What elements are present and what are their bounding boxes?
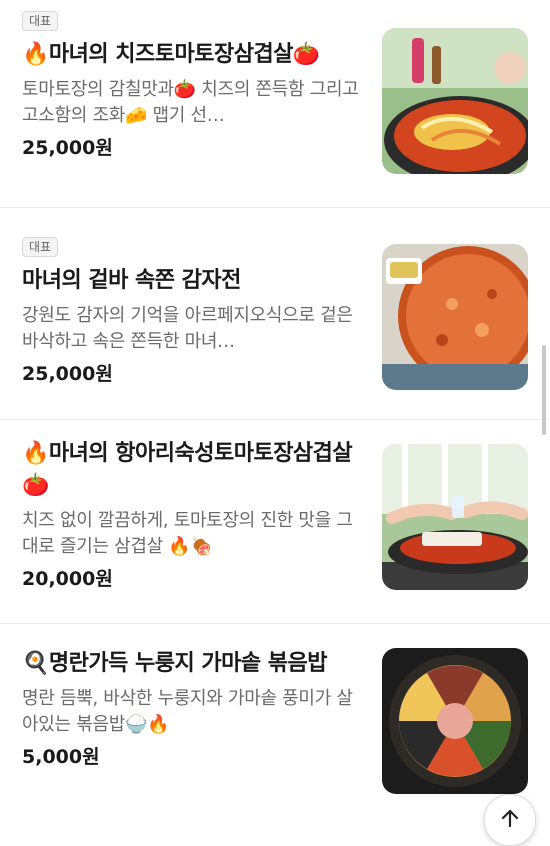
menu-item-description: 강원도 감자의 기억을 아르페지오식으로 겉은 바삭하고 속은 쫀득한 마녀… (22, 305, 353, 352)
signature-badge: 대표 (22, 11, 59, 31)
fried-rice-pot-photo[interactable] (382, 648, 528, 794)
menu-item-jar-aged-pork[interactable]: 🔥마녀의 항아리숙성토마토장삼겹살🍅 치즈 없이 깔끔하게, 토마토장의 진한 … (0, 420, 550, 624)
scrollbar[interactable] (542, 345, 546, 435)
menu-item-name: 마녀의 겉바 속쫀 감자전 (22, 268, 241, 293)
potato-pancake-photo[interactable] (382, 244, 528, 390)
menu-item-name: 🍳명란가득 누룽지 가마솥 볶음밥 (22, 651, 328, 676)
menu-item-fried-rice[interactable]: 🍳명란가득 누룽지 가마솥 볶음밥 명란 듬뿍, 바삭한 누룽지와 가마솥 풍미… (0, 624, 550, 824)
menu-item-potato-pancake[interactable]: 대표 마녀의 겉바 속쫀 감자전 강원도 감자의 기억을 아르페지오식으로 겉은… (0, 208, 550, 420)
menu-item-text: 🔥마녀의 항아리숙성토마토장삼겹살🍅 치즈 없이 깔끔하게, 토마토장의 진한 … (22, 438, 362, 591)
jar-aged-pork-photo[interactable] (382, 444, 528, 590)
menu-item-description: 명란 듬뿍, 바삭한 누룽지와 가마솥 풍미가 살아있는 볶음밥🍚🔥 (22, 688, 353, 735)
signature-badge: 대표 (22, 237, 59, 257)
menu-item-text: 대표 🔥마녀의 치즈토마토장삼겹살🍅 토마토장의 감칠맛과🍅 치즈의 쫀득함 그… (22, 10, 362, 160)
menu-list: 대표 🔥마녀의 치즈토마토장삼겹살🍅 토마토장의 감칠맛과🍅 치즈의 쫀득함 그… (0, 0, 550, 824)
menu-item-name: 🔥마녀의 치즈토마토장삼겹살🍅 (22, 42, 320, 67)
cheese-tomato-pork-photo[interactable] (382, 28, 528, 174)
menu-item-description: 치즈 없이 깔끔하게, 토마토장의 진한 맛을 그대로 즐기는 삼겹살 🔥🍖 (22, 510, 353, 557)
menu-item-price: 20,000원 (22, 568, 113, 590)
menu-item-text: 🍳명란가득 누룽지 가마솥 볶음밥 명란 듬뿍, 바삭한 누룽지와 가마솥 풍미… (22, 648, 362, 769)
menu-item-cheese-tomato-pork[interactable]: 대표 🔥마녀의 치즈토마토장삼겹살🍅 토마토장의 감칠맛과🍅 치즈의 쫀득함 그… (0, 0, 550, 208)
scroll-to-top-button[interactable] (484, 794, 536, 846)
menu-item-text: 대표 마녀의 겉바 속쫀 감자전 강원도 감자의 기억을 아르페지오식으로 겉은… (22, 236, 362, 386)
menu-item-description: 토마토장의 감칠맛과🍅 치즈의 쫀득함 그리고 고소함의 조화🧀 맵기 선… (22, 79, 359, 126)
menu-item-price: 25,000원 (22, 137, 113, 159)
arrow-up-icon (501, 809, 519, 828)
menu-item-price: 25,000원 (22, 363, 113, 385)
menu-item-name: 🔥마녀의 항아리숙성토마토장삼겹살🍅 (22, 441, 353, 498)
menu-item-price: 5,000원 (22, 746, 100, 768)
